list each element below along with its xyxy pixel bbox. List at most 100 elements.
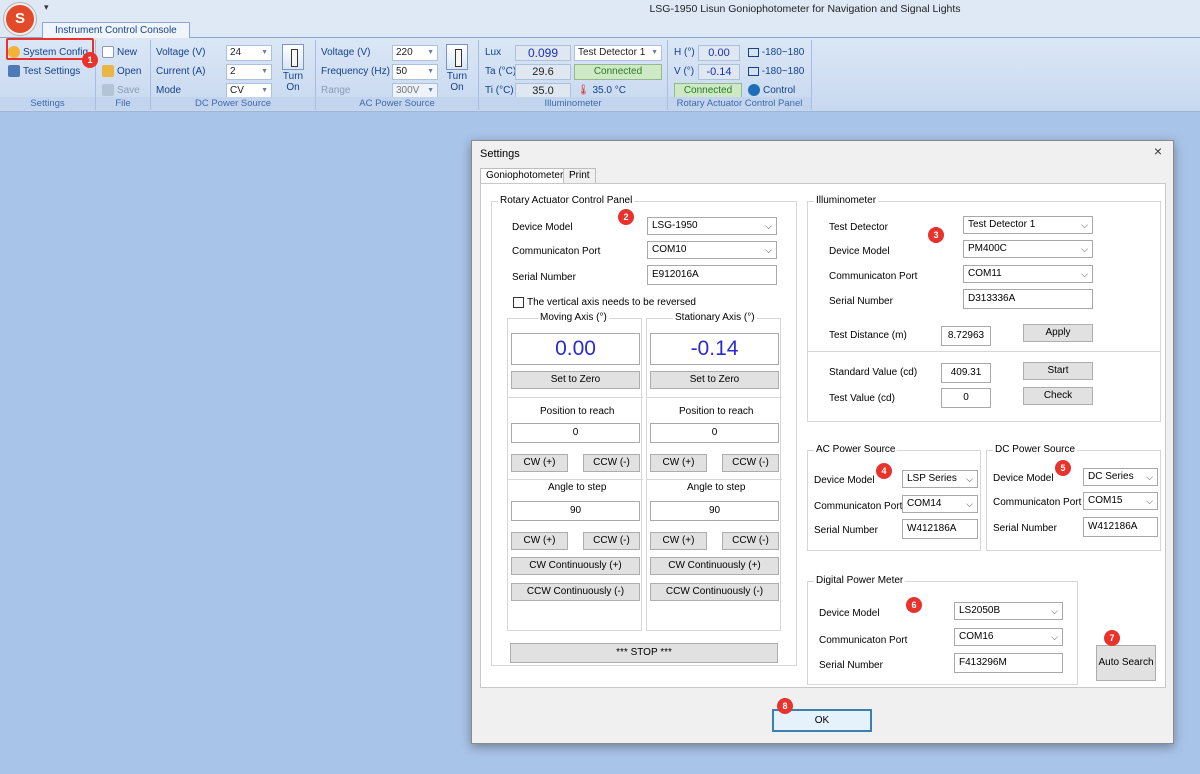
test-distance-input[interactable]: 8.72963 xyxy=(941,326,991,346)
illuminometer-legend: Illuminometer xyxy=(814,195,879,206)
dc-serial-input[interactable]: W412186A xyxy=(1083,517,1158,537)
control-icon xyxy=(748,84,760,97)
moving-set-zero-button[interactable]: Set to Zero xyxy=(511,371,640,389)
dropdown-arrow-icon: ▼ xyxy=(261,68,268,75)
dc-port-label: Communicaton Port xyxy=(993,497,1082,508)
marker-6: 6 xyxy=(906,597,922,613)
moving-cw-continuously-button[interactable]: CW Continuously (+) xyxy=(511,557,640,575)
meter-port-select[interactable]: COM16 ⌵ xyxy=(954,628,1063,646)
divider xyxy=(508,479,643,480)
moving-step-cw-button[interactable]: CW (+) xyxy=(511,532,568,550)
ac-turn-on-button[interactable]: Turn On xyxy=(442,44,472,93)
meter-serial-input[interactable]: F413296M xyxy=(954,653,1063,673)
moving-ccw-continuously-button[interactable]: CCW Continuously (-) xyxy=(511,583,640,601)
new-button[interactable]: New xyxy=(102,44,137,61)
ac-port-select[interactable]: COM14 ⌵ xyxy=(902,495,978,513)
stationary-step-ccw-button[interactable]: CCW (-) xyxy=(722,532,779,550)
ac-port-label: Communicaton Port xyxy=(814,501,903,512)
stationary-cw-continuously-button[interactable]: CW Continuously (+) xyxy=(650,557,779,575)
moving-axis-value: 0.00 xyxy=(511,333,640,365)
test-settings-button[interactable]: Test Settings xyxy=(8,63,80,80)
test-value-input[interactable]: 0 xyxy=(941,388,991,408)
ac-serial-input[interactable]: W412186A xyxy=(902,519,978,539)
moving-axis-title: Moving Axis (°) xyxy=(538,312,609,323)
moving-ccw-button[interactable]: CCW (-) xyxy=(583,454,640,472)
group-label-settings: Settings xyxy=(0,97,95,110)
group-label-ac-power: AC Power Source xyxy=(316,97,478,110)
dropdown-arrow-icon: ▼ xyxy=(427,49,434,56)
ac-voltage-select[interactable]: 220 ▼ xyxy=(392,45,438,61)
stationary-position-label: Position to reach xyxy=(679,406,754,417)
goniophotometer-tab-page: Rotary Actuator Control Panel Device Mod… xyxy=(480,183,1166,688)
illum-device-model-label: Device Model xyxy=(829,246,890,257)
stationary-ccw-continuously-button[interactable]: CCW Continuously (-) xyxy=(650,583,779,601)
test-detector-select[interactable]: Test Detector 1 ⌵ xyxy=(963,216,1093,234)
detector-select[interactable]: Test Detector 1 ▼ xyxy=(574,45,662,61)
stationary-set-zero-button[interactable]: Set to Zero xyxy=(650,371,779,389)
ac-device-model-label: Device Model xyxy=(814,475,875,486)
thermometer-icon: 🌡 xyxy=(577,85,590,96)
rotary-port-select[interactable]: COM10 ⌵ xyxy=(647,241,777,259)
dc-port-select[interactable]: COM15 ⌵ xyxy=(1083,492,1158,510)
stationary-step-label: Angle to step xyxy=(687,482,746,493)
ac-device-model-select[interactable]: LSP Series ⌵ xyxy=(902,470,978,488)
dc-current-select[interactable]: 2 ▼ xyxy=(226,64,272,80)
meter-port-label: Communicaton Port xyxy=(819,635,908,646)
test-detector-label: Test Detector xyxy=(829,222,888,233)
moving-step-input[interactable]: 90 xyxy=(511,501,640,521)
stationary-step-cw-button[interactable]: CW (+) xyxy=(650,532,707,550)
divider xyxy=(647,397,782,398)
illum-device-model-select[interactable]: PM400C ⌵ xyxy=(963,240,1093,258)
window-title: LSG-1950 Lisun Goniophotometer for Navig… xyxy=(649,3,961,15)
dc-voltage-label: Voltage (V) xyxy=(156,47,206,58)
rotary-device-model-select[interactable]: LSG-1950 ⌵ xyxy=(647,217,777,235)
open-button[interactable]: Open xyxy=(102,63,141,80)
meter-device-model-select[interactable]: LS2050B ⌵ xyxy=(954,602,1063,620)
chevron-down-icon: ⌵ xyxy=(966,474,973,484)
dc-turn-on-button[interactable]: Turn On xyxy=(278,44,308,93)
reverse-axis-checkbox[interactable] xyxy=(513,297,524,308)
illum-port-label: Communicaton Port xyxy=(829,271,918,282)
divider xyxy=(808,351,1160,352)
ribbon-group-illuminometer: Lux Ta (°C) Ti (°C) 0.099 29.6 35.0 Test… xyxy=(479,40,668,110)
tab-print[interactable]: Print xyxy=(563,168,596,184)
illum-port-select[interactable]: COM11 ⌵ xyxy=(963,265,1093,283)
digital-power-meter-panel: Digital Power Meter Device Model LS2050B… xyxy=(807,575,1078,685)
start-button[interactable]: Start xyxy=(1023,362,1093,380)
illum-serial-input[interactable]: D313336A xyxy=(963,289,1093,309)
ac-frequency-label: Frequency (Hz) xyxy=(321,66,390,77)
ac-frequency-select[interactable]: 50 ▼ xyxy=(392,64,438,80)
h-angle-value: 0.00 xyxy=(698,45,740,61)
moving-position-input[interactable]: 0 xyxy=(511,423,640,443)
moving-cw-button[interactable]: CW (+) xyxy=(511,454,568,472)
ribbon-group-ac-power: Voltage (V) Frequency (Hz) Range 220 ▼ 50… xyxy=(316,40,479,110)
rotary-panel-legend: Rotary Actuator Control Panel xyxy=(498,195,635,206)
standard-value-label: Standard Value (cd) xyxy=(829,367,918,378)
v-angle-label: V (°) xyxy=(674,66,695,77)
chevron-down-icon: ⌵ xyxy=(765,245,772,255)
marker-2: 2 xyxy=(618,209,634,225)
tab-instrument-control-console[interactable]: Instrument Control Console xyxy=(42,22,190,39)
dc-device-model-select[interactable]: DC Series ⌵ xyxy=(1083,468,1158,486)
rotary-serial-input[interactable]: E912016A xyxy=(647,265,777,285)
new-file-icon xyxy=(102,46,114,59)
stationary-axis-panel: Stationary Axis (°) -0.14 Set to Zero Po… xyxy=(646,312,782,631)
stationary-cw-button[interactable]: CW (+) xyxy=(650,454,707,472)
dc-voltage-select[interactable]: 24 ▼ xyxy=(226,45,272,61)
app-logo-icon[interactable]: S xyxy=(4,3,36,35)
illum-serial-label: Serial Number xyxy=(829,296,893,307)
stationary-position-input[interactable]: 0 xyxy=(650,423,779,443)
stationary-ccw-button[interactable]: CCW (-) xyxy=(722,454,779,472)
auto-search-button[interactable]: Auto Search xyxy=(1096,645,1156,681)
apply-button[interactable]: Apply xyxy=(1023,324,1093,342)
close-icon[interactable]: × xyxy=(1149,143,1167,159)
check-button[interactable]: Check xyxy=(1023,387,1093,405)
stationary-step-input[interactable]: 90 xyxy=(650,501,779,521)
meter-serial-label: Serial Number xyxy=(819,660,883,671)
standard-value-input[interactable]: 409.31 xyxy=(941,363,991,383)
marker-1: 1 xyxy=(82,52,98,68)
stop-button[interactable]: *** STOP *** xyxy=(510,643,778,663)
dropdown-arrow-icon: ▼ xyxy=(427,68,434,75)
ta-label: Ta (°C) xyxy=(485,66,517,77)
moving-step-ccw-button[interactable]: CCW (-) xyxy=(583,532,640,550)
